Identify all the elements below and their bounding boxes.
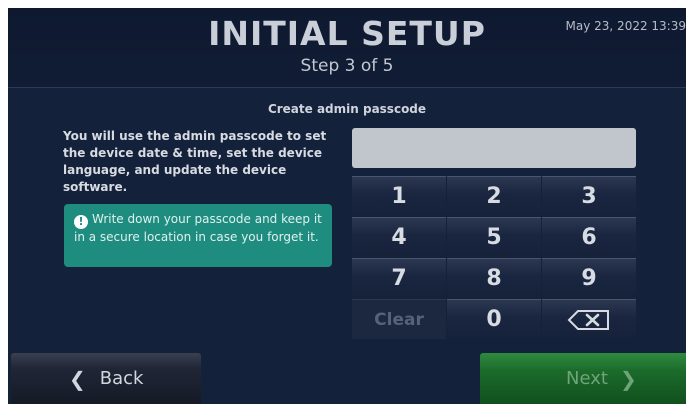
header: INITIAL SETUP Step 3 of 5 May 23, 2022 1… — [8, 8, 686, 88]
setup-screen: INITIAL SETUP Step 3 of 5 May 23, 2022 1… — [8, 8, 686, 404]
alert-box: ! Write down your passcode and keep it in… — [64, 204, 332, 267]
exclamation-icon: ! — [74, 215, 88, 229]
info-text: You will use the admin passcode to set t… — [63, 129, 327, 194]
chevron-right-icon: ❯ — [619, 366, 637, 391]
back-button-label: Back — [99, 368, 144, 389]
next-button-label: Next — [566, 368, 608, 389]
passcode-input[interactable] — [352, 128, 636, 168]
key-5[interactable]: 5 — [447, 217, 541, 257]
key-8[interactable]: 8 — [447, 258, 541, 298]
backspace-icon — [567, 309, 609, 330]
key-4[interactable]: 4 — [352, 217, 446, 257]
key-2[interactable]: 2 — [447, 176, 541, 216]
datetime: May 23, 2022 13:39 — [565, 19, 686, 33]
keypad: 1 2 3 4 5 6 7 8 9 Clear 0 — [352, 176, 636, 340]
passcode-prompt: Create admin passcode — [267, 102, 427, 116]
key-9[interactable]: 9 — [542, 258, 636, 298]
key-6[interactable]: 6 — [542, 217, 636, 257]
key-3[interactable]: 3 — [542, 176, 636, 216]
step-indicator: Step 3 of 5 — [300, 56, 394, 76]
backspace-button[interactable] — [542, 299, 636, 339]
next-button[interactable]: Next ❯ — [480, 353, 686, 404]
clear-button[interactable]: Clear — [352, 299, 446, 339]
key-0[interactable]: 0 — [447, 299, 541, 339]
chevron-left-icon: ❮ — [69, 366, 86, 391]
key-7[interactable]: 7 — [352, 258, 446, 298]
back-button[interactable]: ❮ Back — [11, 353, 201, 404]
key-1[interactable]: 1 — [352, 176, 446, 216]
alert-text: Write down your passcode and keep it in … — [74, 212, 322, 244]
